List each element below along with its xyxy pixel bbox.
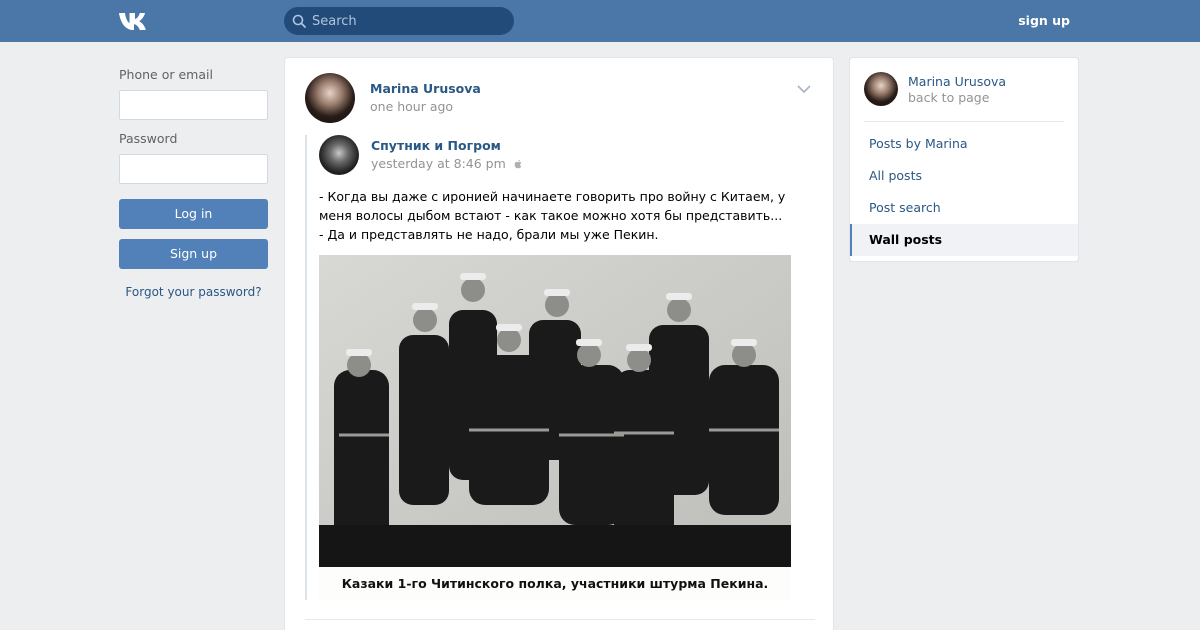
- search-box[interactable]: [284, 7, 514, 35]
- sidebar-owner-link[interactable]: Marina Urusova: [908, 74, 1006, 89]
- repost-text: - Когда вы даже с иронией начинаете гово…: [319, 189, 786, 242]
- repost-time: yesterday at 8:46 pm: [371, 156, 523, 171]
- menu-wall-posts[interactable]: Wall posts: [850, 224, 1078, 256]
- sidebar-avatar[interactable]: [864, 72, 898, 106]
- post-divider: [305, 619, 815, 620]
- password-input[interactable]: [119, 154, 268, 184]
- post-time-link[interactable]: one hour ago: [370, 99, 453, 114]
- signup-button[interactable]: Sign up: [119, 239, 268, 269]
- repost-avatar[interactable]: [319, 135, 359, 175]
- wall-post: Marina Urusova one hour ago Спутник и По…: [284, 57, 834, 630]
- search-icon: [292, 14, 306, 28]
- post-author-link[interactable]: Marina Urusova: [370, 81, 481, 96]
- apple-icon: [514, 159, 522, 169]
- top-header: sign up: [0, 0, 1200, 42]
- vk-logo-icon[interactable]: [118, 10, 152, 32]
- cossacks-group-photo: [319, 255, 791, 567]
- author-avatar[interactable]: [305, 73, 355, 123]
- repost-author-link[interactable]: Спутник и Погром: [371, 138, 501, 153]
- sidebar-divider: [864, 121, 1064, 122]
- menu-post-search[interactable]: Post search: [850, 192, 1078, 224]
- password-label: Password: [119, 131, 178, 146]
- repost: Спутник и Погром yesterday at 8:46 pm - …: [305, 135, 810, 600]
- login-button[interactable]: Log in: [119, 199, 268, 229]
- search-input[interactable]: [312, 7, 508, 35]
- repost-time-text[interactable]: yesterday at 8:46 pm: [371, 156, 506, 171]
- forgot-password-link[interactable]: Forgot your password?: [119, 285, 268, 299]
- sidebar-panel: Marina Urusova back to page Posts by Mar…: [849, 57, 1079, 262]
- phone-label: Phone or email: [119, 67, 213, 82]
- menu-all-posts[interactable]: All posts: [850, 160, 1078, 192]
- back-to-page-link[interactable]: back to page: [908, 90, 989, 105]
- header-signup-link[interactable]: sign up: [1018, 13, 1070, 28]
- post-photo[interactable]: Казаки 1-го Читинского полка, участники …: [319, 255, 791, 600]
- phone-input[interactable]: [119, 90, 268, 120]
- chevron-down-icon[interactable]: [797, 84, 811, 94]
- sidebar-menu: Posts by Marina All posts Post search Wa…: [850, 128, 1078, 256]
- login-panel: Phone or email Password Log in Sign up F…: [119, 67, 268, 299]
- photo-caption: Казаки 1-го Читинского полка, участники …: [319, 567, 791, 600]
- menu-posts-by-owner[interactable]: Posts by Marina: [850, 128, 1078, 160]
